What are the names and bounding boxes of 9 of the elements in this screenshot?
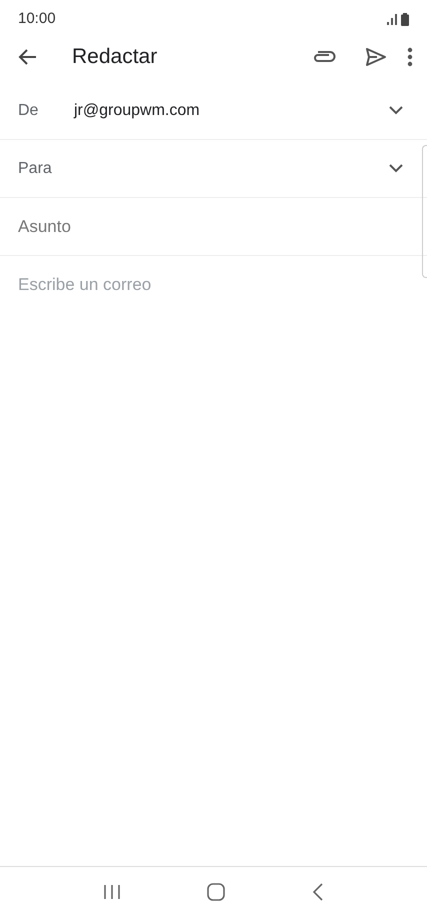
to-field[interactable]: Para (18, 156, 74, 180)
from-address[interactable]: jr@groupwm.com (74, 98, 200, 122)
edge-panel-handle[interactable] (422, 145, 427, 278)
screen-title: Redactar (72, 44, 158, 70)
battery-icon (401, 12, 409, 26)
from-label: De (18, 100, 40, 120)
signal-icon (387, 14, 397, 24)
status-time: 10:00 (18, 8, 56, 29)
subject-field[interactable]: Asunto (18, 214, 409, 240)
